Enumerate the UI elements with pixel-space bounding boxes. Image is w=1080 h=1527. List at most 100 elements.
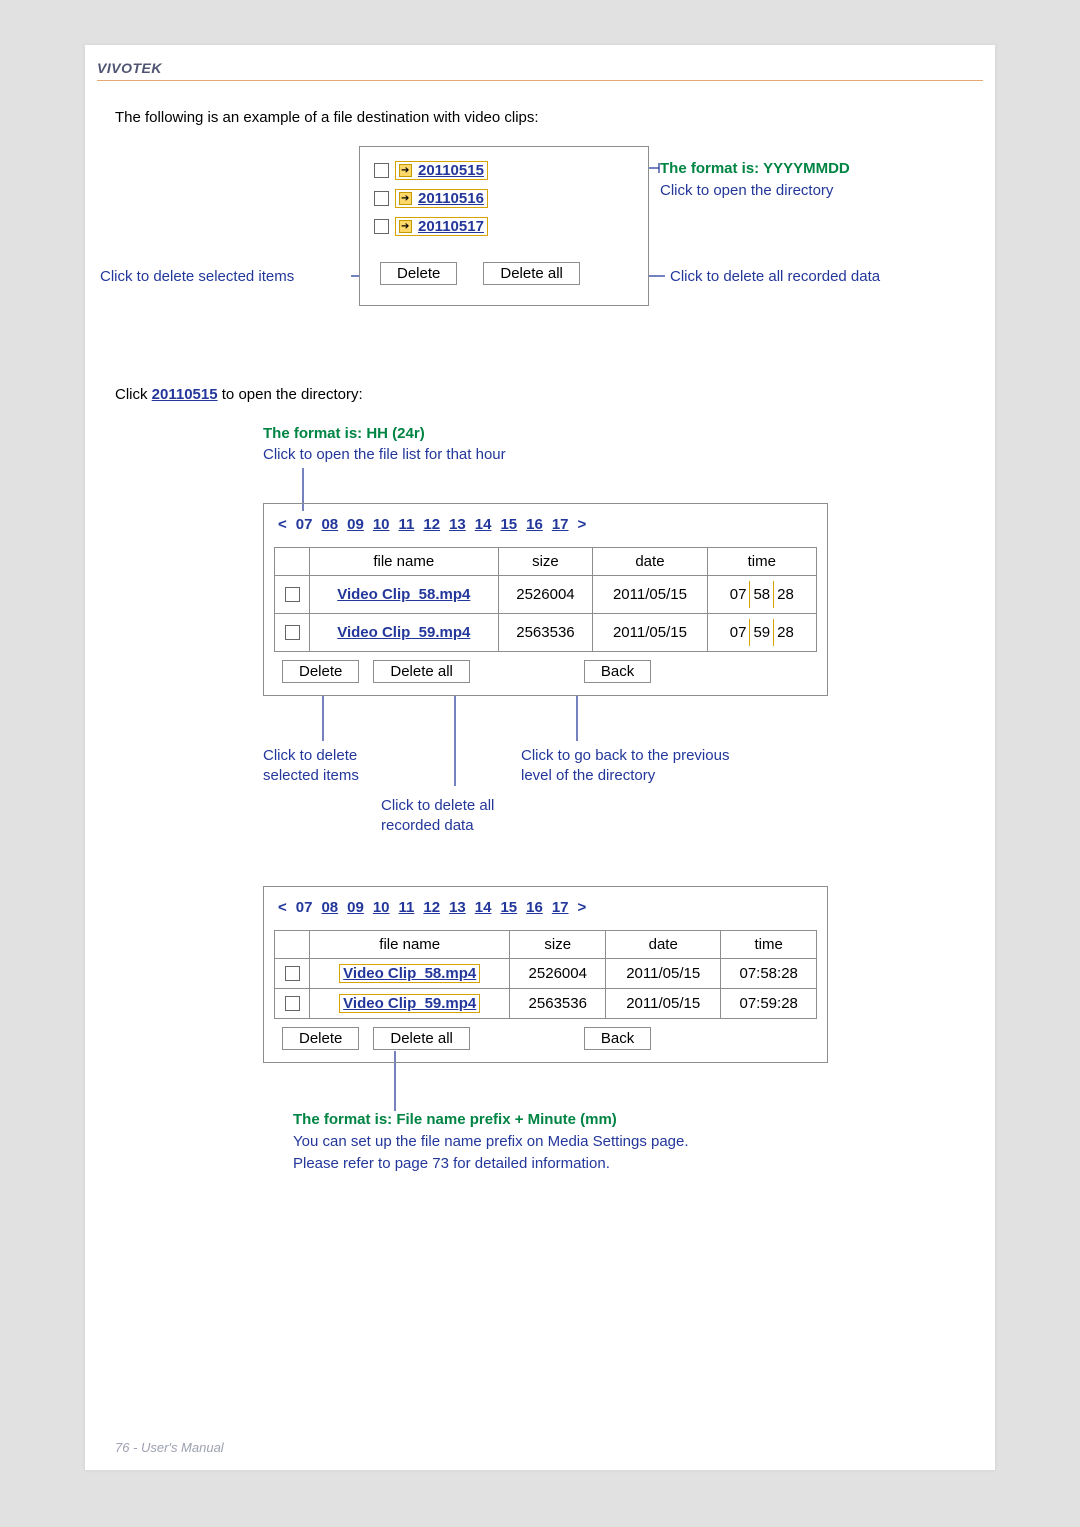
file-link[interactable]: Video Clip_59.mp4 xyxy=(343,995,476,1012)
text: selected items xyxy=(263,767,359,784)
format-highlight: 20110516 xyxy=(395,189,488,208)
hour-link[interactable]: 12 xyxy=(423,516,440,533)
time-mm-highlight: 59 xyxy=(749,619,774,646)
back-button[interactable]: Back xyxy=(584,1027,651,1050)
hour-link[interactable]: 17 xyxy=(552,516,569,533)
note-back: Click to go back to the previous level o… xyxy=(521,746,729,787)
checkbox[interactable] xyxy=(374,219,389,234)
hour-link[interactable]: 16 xyxy=(526,516,543,533)
table-row: Video Clip_59.mp4 2563536 2011/05/15 07:… xyxy=(275,989,817,1019)
hour-link[interactable]: 14 xyxy=(475,516,492,533)
checkbox[interactable] xyxy=(374,163,389,178)
open-folder-icon[interactable] xyxy=(399,220,412,233)
dir-row-3: 20110517 xyxy=(374,217,634,236)
hour-link[interactable]: 15 xyxy=(500,516,517,533)
fn-head: The format is: File name prefix + Minute… xyxy=(293,1111,617,1128)
hour-link[interactable]: 08 xyxy=(321,516,338,533)
cell-date: 2011/05/15 xyxy=(593,576,707,614)
delete-button[interactable]: Delete xyxy=(282,660,359,683)
hour-link[interactable]: 13 xyxy=(449,899,466,916)
cell-date: 2011/05/15 xyxy=(606,959,721,989)
filename-format-note: The format is: File name prefix + Minute… xyxy=(293,1109,965,1174)
delete-all-button[interactable]: Delete all xyxy=(483,262,580,285)
text: Click to go back to the previous xyxy=(521,747,729,764)
hour-link[interactable]: 09 xyxy=(347,516,364,533)
delete-button[interactable]: Delete xyxy=(282,1027,359,1050)
hh-sub: Click to open the file list for that hou… xyxy=(263,446,506,463)
dir-link[interactable]: 20110516 xyxy=(418,190,484,207)
fn-line2: Please refer to page 73 for detailed inf… xyxy=(293,1155,610,1172)
back-button[interactable]: Back xyxy=(584,660,651,683)
hour-link[interactable]: 11 xyxy=(399,516,415,533)
hour-link[interactable]: 10 xyxy=(373,899,390,916)
hour-link[interactable]: 10 xyxy=(373,516,390,533)
open-folder-icon[interactable] xyxy=(399,164,412,177)
hour-link[interactable]: 17 xyxy=(552,899,569,916)
open-folder-icon[interactable] xyxy=(399,192,412,205)
dir-row-1: 20110515 xyxy=(374,161,634,180)
hours-nav: < 07 08 09 10 11 12 13 14 15 16 17 > xyxy=(274,899,817,916)
table-header: file name size date time xyxy=(275,548,817,576)
checkbox[interactable] xyxy=(285,996,300,1011)
cell-time: 07:59:28 xyxy=(721,989,817,1019)
text: Click to delete xyxy=(263,747,357,764)
hour-link[interactable]: 09 xyxy=(347,899,364,916)
th-size: size xyxy=(510,931,606,959)
prev-hour[interactable]: < xyxy=(278,516,287,533)
hour-link[interactable]: 11 xyxy=(399,899,415,916)
hour-link[interactable]: 12 xyxy=(423,899,440,916)
checkbox[interactable] xyxy=(285,587,300,602)
time-mm-highlight: 58 xyxy=(749,581,774,608)
cell-date: 2011/05/15 xyxy=(606,989,721,1019)
file-link[interactable]: Video Clip_59.mp4 xyxy=(337,624,470,641)
click-open-line: Click 20110515 to open the directory: xyxy=(115,386,965,403)
delete-all-button[interactable]: Delete all xyxy=(373,1027,470,1050)
hour-current: 07 xyxy=(296,516,313,533)
text: Click to delete all xyxy=(381,797,494,814)
hour-current: 07 xyxy=(296,899,313,916)
cell-date: 2011/05/15 xyxy=(593,614,707,652)
file-table: file name size date time Video Clip_58.m… xyxy=(274,930,817,1019)
hour-link[interactable]: 14 xyxy=(475,899,492,916)
file-link[interactable]: Video Clip_58.mp4 xyxy=(343,965,476,982)
dir-link[interactable]: 20110517 xyxy=(418,218,484,235)
file-table-panel: < 07 08 09 10 11 12 13 14 15 16 17 > xyxy=(263,503,828,696)
time-ss: 28 xyxy=(774,581,797,608)
example-dir-link[interactable]: 20110515 xyxy=(152,386,218,403)
hh-head: The format is: HH (24r) xyxy=(263,423,965,444)
dir-link[interactable]: 20110515 xyxy=(418,162,484,179)
time-hh: 07 xyxy=(727,581,750,608)
cell-size: 2526004 xyxy=(510,959,606,989)
hour-link[interactable]: 13 xyxy=(449,516,466,533)
header-rule xyxy=(97,80,983,81)
format-highlight: 20110515 xyxy=(395,161,488,180)
format-sub: Click to open the directory xyxy=(660,182,833,199)
checkbox[interactable] xyxy=(374,191,389,206)
delete-all-button[interactable]: Delete all xyxy=(373,660,470,683)
delete-button[interactable]: Delete xyxy=(380,262,457,285)
filename-highlight: Video Clip_58.mp4 xyxy=(339,964,480,983)
page: VIVOTEK The following is an example of a… xyxy=(85,45,995,1470)
hour-link[interactable]: 08 xyxy=(321,899,338,916)
text: to open the directory: xyxy=(218,386,363,403)
prev-hour[interactable]: < xyxy=(278,899,287,916)
brand-header: VIVOTEK xyxy=(85,45,995,80)
th-filename: file name xyxy=(310,548,499,576)
th-time: time xyxy=(707,548,816,576)
checkbox[interactable] xyxy=(285,625,300,640)
format-title: The format is: YYYYMMDD xyxy=(660,160,850,177)
label-format-yyyymmdd: The format is: YYYYMMDD Click to open th… xyxy=(660,158,850,202)
table-row: Video Clip_59.mp4 2563536 2011/05/15 07 … xyxy=(275,614,817,652)
filename-highlight: Video Clip_59.mp4 xyxy=(339,994,480,1013)
hour-link[interactable]: 15 xyxy=(500,899,517,916)
label-delete-all: Click to delete all recorded data xyxy=(670,268,880,285)
directory-layout: 20110515 20110516 20110517 xyxy=(115,146,965,346)
th-time: time xyxy=(721,931,817,959)
next-hour[interactable]: > xyxy=(578,899,587,916)
hour-link[interactable]: 16 xyxy=(526,899,543,916)
next-hour[interactable]: > xyxy=(578,516,587,533)
cell-time: 07:58:28 xyxy=(721,959,817,989)
file-link[interactable]: Video Clip_58.mp4 xyxy=(337,586,470,603)
checkbox[interactable] xyxy=(285,966,300,981)
section-open-directory: Click 20110515 to open the directory: Th… xyxy=(115,386,965,886)
